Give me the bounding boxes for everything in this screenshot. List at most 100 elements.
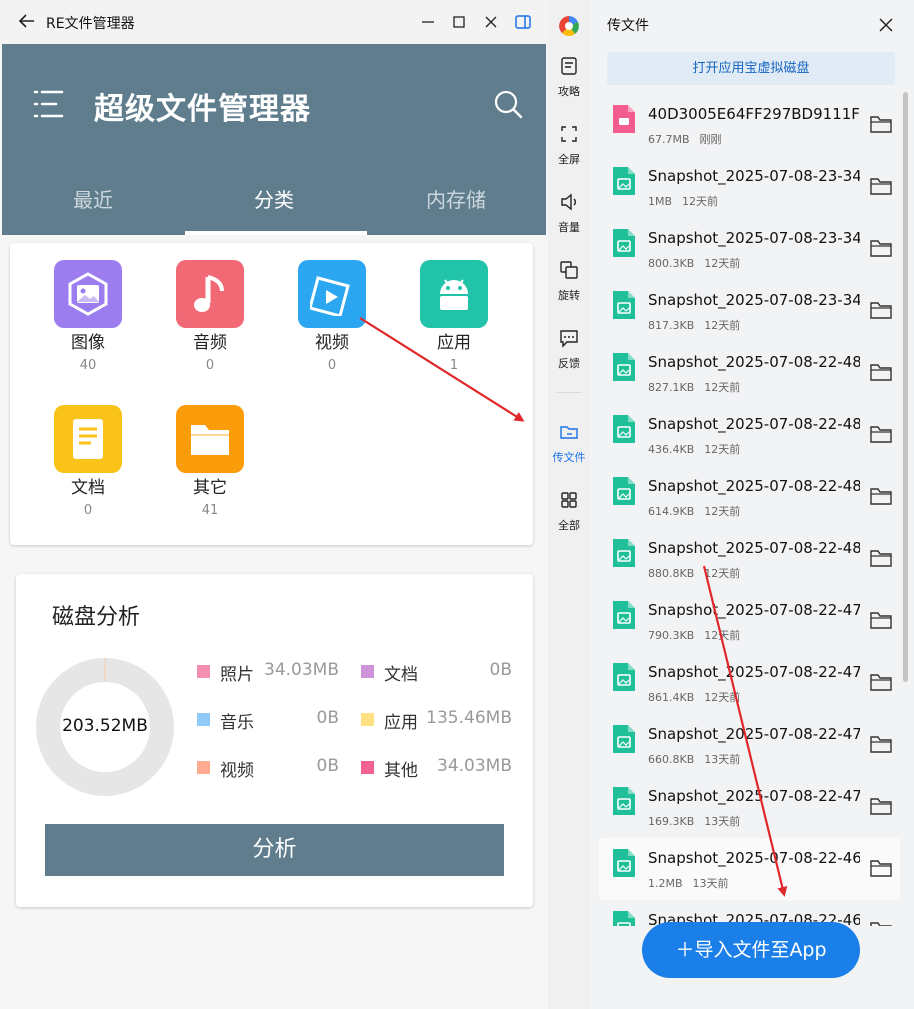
side-panel-toggle-icon[interactable] bbox=[513, 12, 533, 32]
category-documents[interactable]: 文档 0 bbox=[38, 405, 138, 518]
disk-analysis-card: 磁盘分析 203.52MB 照片 34.03MB 文档 0B 音乐 0B 应用 … bbox=[16, 574, 533, 907]
minimize-icon[interactable] bbox=[418, 12, 438, 32]
file-size: 800.3KB bbox=[648, 257, 695, 270]
volume-icon bbox=[561, 193, 576, 211]
file-row[interactable]: Snapshot_2025-07-08-22-46 1.2MB 13天前 bbox=[599, 838, 900, 900]
open-folder-icon[interactable] bbox=[870, 549, 892, 567]
file-meta: 660.8KB 13天前 bbox=[648, 751, 740, 767]
search-icon[interactable] bbox=[492, 88, 524, 120]
category-other[interactable]: 其它 41 bbox=[160, 405, 260, 518]
open-folder-icon[interactable] bbox=[870, 673, 892, 691]
hamburger-menu-icon[interactable] bbox=[32, 89, 66, 119]
image-file-icon bbox=[613, 291, 635, 319]
toolbar-all[interactable]: 全部 bbox=[548, 490, 590, 533]
toolbar-transfer-files[interactable]: 传文件 bbox=[548, 422, 590, 465]
open-virtual-disk-button[interactable]: 打开应用宝虚拟磁盘 bbox=[607, 52, 895, 85]
app-header: 超级文件管理器 最近 分类 内存储 bbox=[2, 44, 546, 235]
file-name: Snapshot_2025-07-08-23-34 bbox=[648, 291, 860, 309]
file-meta: 861.4KB 12天前 bbox=[648, 689, 740, 705]
toolbar-volume[interactable]: 音量 bbox=[548, 192, 590, 235]
file-name: Snapshot_2025-07-08-22-47 bbox=[648, 601, 860, 619]
open-folder-icon[interactable] bbox=[870, 921, 892, 926]
grid-icon bbox=[561, 492, 577, 508]
legend-swatch bbox=[197, 713, 210, 726]
file-row[interactable]: Snapshot_2025-07-08-23-34 1MB 12天前 bbox=[599, 156, 900, 218]
close-icon[interactable] bbox=[481, 12, 501, 32]
file-row[interactable]: Snapshot_2025-07-08-23-34 800.3KB 12天前 bbox=[599, 218, 900, 280]
app-window: RE文件管理器 超级文件管理器 最近 分类 内存储 图像 40 音频 0 视频 … bbox=[0, 0, 548, 1009]
window-title: RE文件管理器 bbox=[46, 16, 135, 32]
category-video[interactable]: 视频 0 bbox=[282, 260, 382, 373]
image-file-icon bbox=[613, 663, 635, 691]
image-file-icon bbox=[613, 601, 635, 629]
fullscreen-icon bbox=[561, 126, 577, 142]
transfer-folder-icon bbox=[560, 426, 578, 439]
open-folder-icon[interactable] bbox=[870, 797, 892, 815]
file-size: 67.7MB bbox=[648, 133, 690, 146]
open-folder-icon[interactable] bbox=[870, 859, 892, 877]
file-size: 827.1KB bbox=[648, 381, 695, 394]
category-apps[interactable]: 应用 1 bbox=[404, 260, 504, 373]
open-folder-icon[interactable] bbox=[870, 735, 892, 753]
file-row[interactable]: Snapshot_2025-07-08-22-48 614.9KB 12天前 bbox=[599, 466, 900, 528]
back-arrow-icon[interactable] bbox=[16, 10, 38, 32]
category-images[interactable]: 图像 40 bbox=[38, 260, 138, 373]
tab-category[interactable]: 分类 bbox=[183, 184, 365, 213]
open-folder-icon[interactable] bbox=[870, 177, 892, 195]
file-meta: 1.2MB 13天前 bbox=[648, 875, 729, 891]
legend-swatch bbox=[361, 713, 374, 726]
file-row[interactable]: Snapshot_2025-07-08-22-48 436.4KB 12天前 bbox=[599, 404, 900, 466]
image-file-icon bbox=[613, 787, 635, 815]
category-count: 40 bbox=[79, 358, 97, 373]
toolbar-fullscreen[interactable]: 全屏 bbox=[548, 124, 590, 167]
toolbar-guide[interactable]: 攻略 bbox=[548, 56, 590, 99]
file-row[interactable]: Snapshot_2025-07-08-22-47 660.8KB 13天前 bbox=[599, 714, 900, 776]
open-folder-icon[interactable] bbox=[870, 363, 892, 381]
file-meta: 436.4KB 12天前 bbox=[648, 441, 740, 457]
open-folder-icon[interactable] bbox=[870, 115, 892, 133]
file-time: 12天前 bbox=[704, 629, 741, 642]
category-count: 0 bbox=[83, 503, 93, 518]
image-file-icon bbox=[613, 911, 635, 926]
toolbar-rotate[interactable]: 旋转 bbox=[548, 260, 590, 303]
image-file-icon bbox=[613, 415, 635, 443]
image-file-icon bbox=[613, 849, 635, 877]
file-row[interactable]: Snapshot_2025-07-08-23-34 817.3KB 12天前 bbox=[599, 280, 900, 342]
file-size: 1.2MB bbox=[648, 877, 683, 890]
legend-video: 视频 0B bbox=[197, 756, 339, 781]
open-folder-icon[interactable] bbox=[870, 239, 892, 257]
toolbar-divider bbox=[557, 392, 581, 393]
maximize-icon[interactable] bbox=[449, 12, 469, 32]
file-name: Snapshot_2025-07-08-22-46 bbox=[648, 849, 860, 867]
tab-recent[interactable]: 最近 bbox=[2, 184, 184, 213]
file-row[interactable]: Snapshot_2025-07-08-22-48 880.8KB 12天前 bbox=[599, 528, 900, 590]
file-meta: 827.1KB 12天前 bbox=[648, 379, 740, 395]
close-icon[interactable] bbox=[877, 16, 895, 34]
open-folder-icon[interactable] bbox=[870, 611, 892, 629]
feedback-icon bbox=[560, 330, 578, 348]
file-time: 12天前 bbox=[704, 319, 741, 332]
import-files-button[interactable]: ＋导入文件至App bbox=[642, 922, 860, 978]
file-row[interactable]: Snapshot_2025-07-08-22-47 169.3KB 13天前 bbox=[599, 776, 900, 838]
image-file-icon bbox=[613, 167, 635, 195]
file-row[interactable]: Snapshot_2025-07-08-22-47 861.4KB 12天前 bbox=[599, 652, 900, 714]
file-time: 13天前 bbox=[692, 877, 729, 890]
file-time: 13天前 bbox=[704, 815, 741, 828]
legend-swatch bbox=[197, 665, 210, 678]
file-row[interactable]: Snapshot_2025-07-08-22-48 827.1KB 12天前 bbox=[599, 342, 900, 404]
tab-internal-storage[interactable]: 内存储 bbox=[365, 184, 547, 213]
open-folder-icon[interactable] bbox=[870, 425, 892, 443]
app-logo-icon bbox=[559, 16, 579, 36]
open-folder-icon[interactable] bbox=[870, 487, 892, 505]
scrollbar[interactable] bbox=[903, 92, 908, 682]
file-meta: 614.9KB 12天前 bbox=[648, 503, 740, 519]
open-folder-icon[interactable] bbox=[870, 301, 892, 319]
toolbar-feedback[interactable]: 反馈 bbox=[548, 328, 590, 371]
category-audio[interactable]: 音频 0 bbox=[160, 260, 260, 373]
file-row[interactable]: 40D3005E64FF297BD9111FF 67.7MB 刚刚 bbox=[599, 94, 900, 156]
analyze-button[interactable]: 分析 bbox=[45, 824, 504, 876]
category-label: 音频 bbox=[193, 333, 227, 353]
file-name: Snapshot_2025-07-08-23-34 bbox=[648, 229, 860, 247]
file-row[interactable]: Snapshot_2025-07-08-22-47 790.3KB 12天前 bbox=[599, 590, 900, 652]
file-icon bbox=[613, 105, 635, 133]
